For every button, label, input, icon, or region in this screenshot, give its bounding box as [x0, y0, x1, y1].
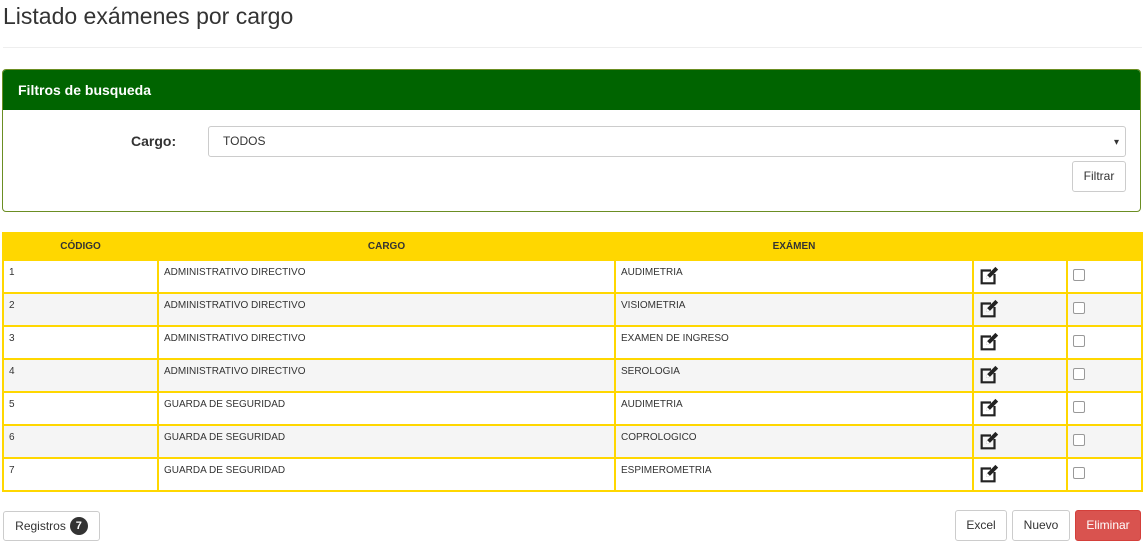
- cell-codigo: 7: [2, 457, 159, 492]
- cell-edit: [972, 325, 1068, 360]
- cell-edit: [972, 292, 1068, 327]
- table-row: 1 ADMINISTRATIVO DIRECTIVO AUDIMETRIA: [2, 259, 1143, 294]
- cargo-label: Cargo:: [131, 133, 177, 149]
- column-header-edit: [972, 232, 1068, 261]
- table-row: 4 ADMINISTRATIVO DIRECTIVO SEROLOGIA: [2, 358, 1143, 393]
- cell-edit: [972, 391, 1068, 426]
- row-checkbox[interactable]: [1073, 368, 1085, 380]
- excel-button[interactable]: Excel: [955, 510, 1007, 541]
- cell-cargo: GUARDA DE SEGURIDAD: [157, 457, 616, 492]
- table-body: 1 ADMINISTRATIVO DIRECTIVO AUDIMETRIA 2 ADMI…: [2, 259, 1143, 492]
- filters-panel: Filtros de busqueda Cargo: TODOS ▾ Filtr…: [2, 69, 1141, 212]
- cell-examen: EXAMEN DE INGRESO: [614, 325, 974, 360]
- cell-edit: [972, 358, 1068, 393]
- row-checkbox[interactable]: [1073, 302, 1085, 314]
- edit-icon[interactable]: [978, 463, 1000, 485]
- cell-select: [1066, 325, 1143, 360]
- cell-cargo: ADMINISTRATIVO DIRECTIVO: [157, 325, 616, 360]
- cell-codigo: 5: [2, 391, 159, 426]
- cell-select: [1066, 391, 1143, 426]
- edit-icon[interactable]: [978, 364, 1000, 386]
- column-header-cargo[interactable]: CARGO: [157, 232, 616, 261]
- column-header-examen[interactable]: EXÁMEN: [614, 232, 974, 261]
- cell-select: [1066, 424, 1143, 459]
- cell-examen: COPROLOGICO: [614, 424, 974, 459]
- delete-button[interactable]: Eliminar: [1075, 510, 1141, 541]
- cell-select: [1066, 457, 1143, 492]
- cell-cargo: ADMINISTRATIVO DIRECTIVO: [157, 358, 616, 393]
- edit-icon[interactable]: [978, 430, 1000, 452]
- cell-cargo: ADMINISTRATIVO DIRECTIVO: [157, 292, 616, 327]
- cell-examen: ESPIMEROMETRIA: [614, 457, 974, 492]
- column-header-codigo[interactable]: CÓDIGO: [2, 232, 159, 261]
- table-row: 6 GUARDA DE SEGURIDAD COPROLOGICO: [2, 424, 1143, 459]
- cell-codigo: 4: [2, 358, 159, 393]
- row-checkbox[interactable]: [1073, 467, 1085, 479]
- page-title: Listado exámenes por cargo: [3, 3, 294, 29]
- cell-cargo: ADMINISTRATIVO DIRECTIVO: [157, 259, 616, 294]
- table-header-row: CÓDIGO CARGO EXÁMEN: [2, 232, 1143, 261]
- cell-edit: [972, 424, 1068, 459]
- table-row: 7 GUARDA DE SEGURIDAD ESPIMEROMETRIA: [2, 457, 1143, 492]
- edit-icon[interactable]: [978, 298, 1000, 320]
- cell-edit: [972, 259, 1068, 294]
- cell-examen: SEROLOGIA: [614, 358, 974, 393]
- chevron-down-icon: ▾: [1113, 137, 1119, 148]
- cargo-select[interactable]: TODOS ▾: [208, 126, 1126, 157]
- table-row: 3 ADMINISTRATIVO DIRECTIVO EXAMEN DE INGRE…: [2, 325, 1143, 360]
- cell-examen: VISIOMETRIA: [614, 292, 974, 327]
- cell-select: [1066, 292, 1143, 327]
- cell-examen: AUDIMETRIA: [614, 259, 974, 294]
- row-checkbox[interactable]: [1073, 335, 1085, 347]
- cell-cargo: GUARDA DE SEGURIDAD: [157, 391, 616, 426]
- edit-icon[interactable]: [978, 265, 1000, 287]
- table-row: 2 ADMINISTRATIVO DIRECTIVO VISIOMETRIA: [2, 292, 1143, 327]
- cell-codigo: 1: [2, 259, 159, 294]
- records-label: Registros: [15, 519, 66, 533]
- row-checkbox[interactable]: [1073, 269, 1085, 281]
- filters-heading: Filtros de busqueda: [3, 70, 1140, 110]
- cell-edit: [972, 457, 1068, 492]
- records-count-badge: 7: [69, 517, 88, 535]
- row-checkbox[interactable]: [1073, 434, 1085, 446]
- new-button[interactable]: Nuevo: [1012, 510, 1070, 541]
- cargo-select-value: TODOS: [223, 134, 266, 148]
- cell-examen: AUDIMETRIA: [614, 391, 974, 426]
- cell-codigo: 2: [2, 292, 159, 327]
- cell-codigo: 6: [2, 424, 159, 459]
- cell-cargo: GUARDA DE SEGURIDAD: [157, 424, 616, 459]
- cell-select: [1066, 358, 1143, 393]
- column-header-select: [1066, 232, 1143, 261]
- table-row: 5 GUARDA DE SEGURIDAD AUDIMETRIA: [2, 391, 1143, 426]
- edit-icon[interactable]: [978, 331, 1000, 353]
- cell-codigo: 3: [2, 325, 159, 360]
- row-checkbox[interactable]: [1073, 401, 1085, 413]
- filter-button[interactable]: Filtrar: [1072, 161, 1126, 192]
- cell-select: [1066, 259, 1143, 294]
- records-button[interactable]: Registros 7: [3, 511, 100, 541]
- exams-table: CÓDIGO CARGO EXÁMEN 1 ADMINISTRATIVO DIRE…: [2, 232, 1143, 492]
- title-divider: [3, 47, 1142, 48]
- edit-icon[interactable]: [978, 397, 1000, 419]
